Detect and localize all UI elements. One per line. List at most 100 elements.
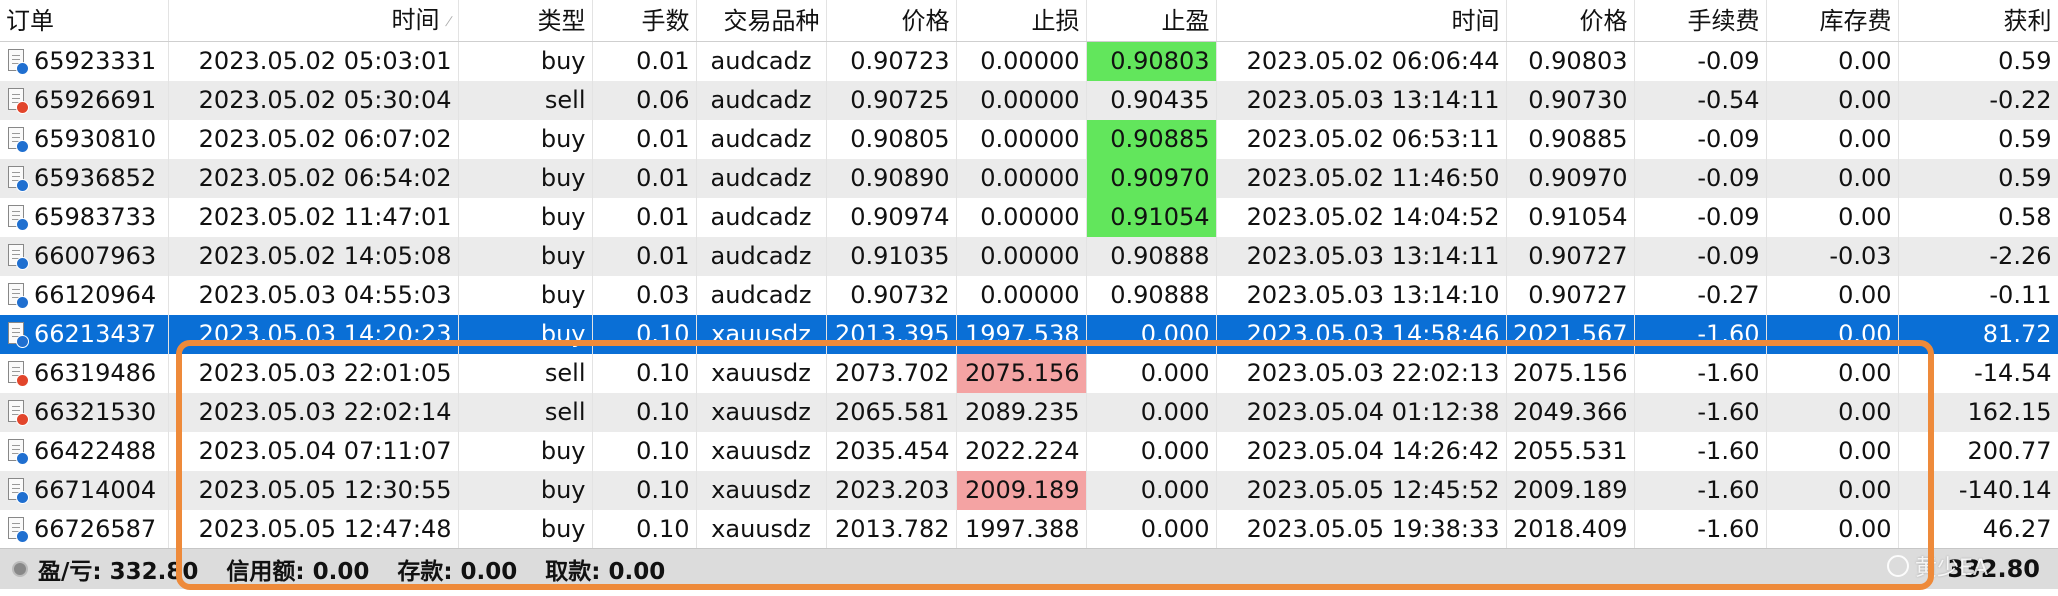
cell-order-number: 66714004 <box>0 471 169 510</box>
buy-order-icon <box>6 126 29 154</box>
cell-close-price: 0.90727 <box>1506 276 1635 315</box>
table-row[interactable]: 66714004 2023.05.05 12:30:55 buy 0.10 xauusd… <box>0 471 2058 510</box>
buy-order-icon <box>6 204 29 232</box>
col-header-label: 交易品种 <box>723 6 820 35</box>
buy-order-icon <box>6 282 29 310</box>
cell-profit: 81.72 <box>1898 315 2058 354</box>
table-row[interactable]: 66422488 2023.05.04 07:11:07 buy 0.10 xauusd… <box>0 432 2058 471</box>
cell-close-price: 2009.189 <box>1506 471 1635 510</box>
table-row[interactable]: 66726587 2023.05.05 12:47:48 buy 0.10 xauusd… <box>0 510 2058 549</box>
cell-close-price: 0.90727 <box>1506 237 1635 276</box>
col-header-open-time[interactable]: 时间 / <box>168 0 459 42</box>
col-header-swap[interactable]: 库存费 <box>1766 0 1899 42</box>
cell-lots: 0.10 <box>592 315 697 354</box>
cell-close-time: 2023.05.03 22:02:13 <box>1216 354 1507 393</box>
cell-commission: -0.09 <box>1634 159 1767 198</box>
col-header-close-time[interactable]: 时间 <box>1216 0 1507 42</box>
cell-lots: 0.01 <box>592 41 697 81</box>
cell-stop-loss: 0.00000 <box>956 41 1087 81</box>
cell-commission: -0.54 <box>1634 81 1767 120</box>
cell-symbol: xauusdz <box>696 393 827 432</box>
cell-lots: 0.10 <box>592 354 697 393</box>
cell-swap: 0.00 <box>1766 276 1899 315</box>
cell-lots: 0.01 <box>592 198 697 237</box>
cell-symbol: audcadz <box>696 41 827 81</box>
table-row[interactable]: 66007963 2023.05.02 14:05:08 buy 0.01 audcad… <box>0 237 2058 276</box>
table-row[interactable]: 65926691 2023.05.02 05:30:04 sell 0.06 audca… <box>0 81 2058 120</box>
cell-open-price: 0.90890 <box>826 159 957 198</box>
cell-take-profit: 0.000 <box>1086 354 1217 393</box>
cell-close-price: 0.91054 <box>1506 198 1635 237</box>
cell-open-time: 2023.05.02 14:05:08 <box>168 237 459 276</box>
cell-open-time: 2023.05.02 05:03:01 <box>168 41 459 81</box>
cell-stop-loss: 2075.156 <box>956 354 1087 393</box>
cell-open-price: 0.90805 <box>826 120 957 159</box>
cell-order-number: 66726587 <box>0 510 169 549</box>
col-header-take-profit[interactable]: 止盈 <box>1086 0 1217 42</box>
cell-stop-loss: 1997.388 <box>956 510 1087 549</box>
buy-order-icon <box>6 477 29 505</box>
cell-order-number: 66319486 <box>0 354 169 393</box>
sort-indicator-icon: / <box>444 14 455 28</box>
cell-symbol: xauusdz <box>696 354 827 393</box>
trade-history-table: 订单 时间 / 类型 手数 交易品种 价格 止损 止盈 时间 价格 手续费 库存费… <box>0 0 2058 549</box>
cell-open-time: 2023.05.05 12:47:48 <box>168 510 459 549</box>
deposit-summary: 存款: 0.00 <box>397 559 518 585</box>
cell-swap: -0.03 <box>1766 237 1899 276</box>
order-number-text: 66120964 <box>34 281 157 309</box>
cell-lots: 0.01 <box>592 237 697 276</box>
cell-order-type: buy <box>458 510 593 549</box>
table-row[interactable]: 66213437 2023.05.03 14:20:23 buy 0.10 xauusd… <box>0 315 2058 354</box>
col-header-open-price[interactable]: 价格 <box>826 0 957 42</box>
cell-stop-loss: 0.00000 <box>956 198 1087 237</box>
cell-open-price: 2035.454 <box>826 432 957 471</box>
buy-order-icon <box>6 48 29 76</box>
cell-order-number: 65923331 <box>0 41 169 81</box>
order-number-text: 65930810 <box>34 125 157 153</box>
cell-swap: 0.00 <box>1766 510 1899 549</box>
table-row[interactable]: 65930810 2023.05.02 06:07:02 buy 0.01 audcad… <box>0 120 2058 159</box>
col-header-label: 价格 <box>1579 6 1628 35</box>
order-number-text: 66007963 <box>34 242 157 270</box>
cell-profit: -0.11 <box>1898 276 2058 315</box>
cell-open-price: 0.90725 <box>826 81 957 120</box>
cell-commission: -0.09 <box>1634 120 1767 159</box>
cell-commission: -1.60 <box>1634 432 1767 471</box>
cell-commission: -0.27 <box>1634 276 1767 315</box>
col-header-label: 类型 <box>537 6 586 35</box>
table-row[interactable]: 65936852 2023.05.02 06:54:02 buy 0.01 audcad… <box>0 159 2058 198</box>
col-header-stop-loss[interactable]: 止损 <box>956 0 1087 42</box>
col-header-label: 时间 <box>391 6 440 34</box>
col-header-symbol[interactable]: 交易品种 <box>696 0 827 42</box>
cell-open-price: 0.90723 <box>826 41 957 81</box>
cell-commission: -0.09 <box>1634 198 1767 237</box>
cell-order-number: 66321530 <box>0 393 169 432</box>
table-row[interactable]: 66321530 2023.05.03 22:02:14 sell 0.10 xauus… <box>0 393 2058 432</box>
buy-order-icon <box>6 516 29 544</box>
cell-close-time: 2023.05.03 14:58:46 <box>1216 315 1507 354</box>
cell-symbol: audcadz <box>696 276 827 315</box>
col-header-order[interactable]: 订单 <box>0 0 169 42</box>
cell-symbol: xauusdz <box>696 315 827 354</box>
cell-close-time: 2023.05.04 14:26:42 <box>1216 432 1507 471</box>
col-header-profit[interactable]: 获利 <box>1898 0 2058 42</box>
cell-order-number: 66422488 <box>0 432 169 471</box>
cell-swap: 0.00 <box>1766 120 1899 159</box>
cell-order-number: 65983733 <box>0 198 169 237</box>
table-header-row: 订单 时间 / 类型 手数 交易品种 价格 止损 止盈 时间 价格 手续费 库存费… <box>0 0 2058 42</box>
col-header-type[interactable]: 类型 <box>458 0 593 42</box>
cell-close-price: 0.90803 <box>1506 41 1635 81</box>
col-header-close-price[interactable]: 价格 <box>1506 0 1635 42</box>
col-header-lots[interactable]: 手数 <box>592 0 697 42</box>
cell-commission: -0.09 <box>1634 41 1767 81</box>
cell-take-profit: 0.90888 <box>1086 276 1217 315</box>
cell-stop-loss: 2022.224 <box>956 432 1087 471</box>
table-row[interactable]: 65983733 2023.05.02 11:47:01 buy 0.01 audcad… <box>0 198 2058 237</box>
cell-order-type: buy <box>458 432 593 471</box>
table-row[interactable]: 66319486 2023.05.03 22:01:05 sell 0.10 xauus… <box>0 354 2058 393</box>
col-header-label: 时间 <box>1451 6 1500 35</box>
table-row[interactable]: 65923331 2023.05.02 05:03:01 buy 0.01 audcad… <box>0 41 2058 81</box>
col-header-commission[interactable]: 手续费 <box>1634 0 1767 42</box>
table-row[interactable]: 66120964 2023.05.03 04:55:03 buy 0.03 audcad… <box>0 276 2058 315</box>
cell-take-profit: 0.000 <box>1086 432 1217 471</box>
